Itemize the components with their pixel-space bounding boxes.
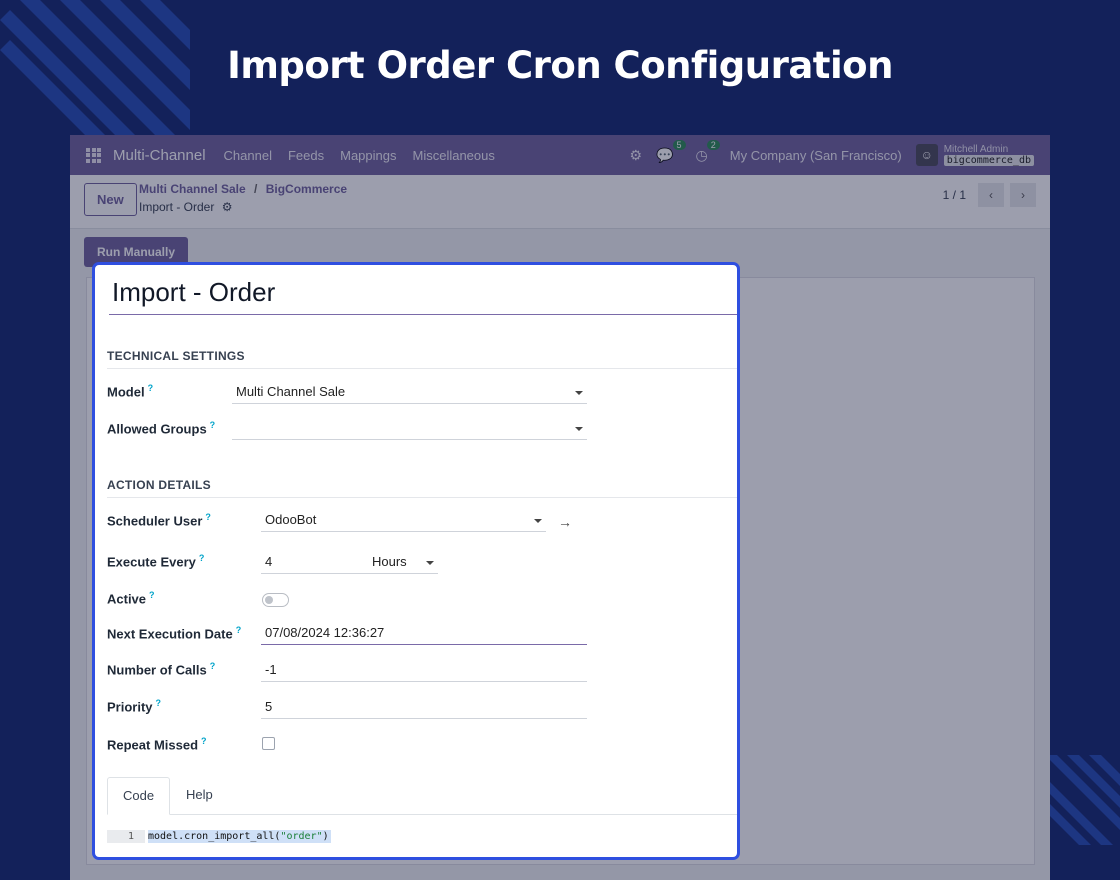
code-paren: ) — [322, 831, 329, 842]
next-execution-date-input[interactable]: 07/08/2024 12:36:27 — [261, 623, 587, 645]
record-title-input[interactable]: Import - Order — [109, 277, 737, 315]
repeat-missed-label: Repeat Missed? — [107, 736, 207, 752]
highlighted-form-panel: Import - Order TECHNICAL SETTINGS Model?… — [92, 262, 740, 860]
execute-every-label-text: Execute Every — [107, 554, 196, 570]
scheduler-user-label: Scheduler User? — [107, 512, 211, 528]
model-select[interactable]: Multi Channel Sale — [232, 382, 587, 404]
tab-code[interactable]: Code — [107, 777, 171, 815]
number-of-calls-label: Number of Calls? — [107, 661, 215, 677]
chevron-down-icon — [575, 391, 583, 395]
line-number: 1 — [107, 830, 145, 843]
help-tooltip-icon[interactable]: ? — [148, 383, 154, 393]
help-tooltip-icon[interactable]: ? — [236, 625, 242, 635]
priority-label: Priority? — [107, 698, 161, 714]
active-label: Active? — [107, 590, 155, 606]
help-tooltip-icon[interactable]: ? — [210, 420, 216, 430]
number-of-calls-label-text: Number of Calls — [107, 662, 207, 678]
notebook-tabs: Code Help — [107, 777, 737, 815]
priority-label-text: Priority — [107, 699, 153, 715]
model-value: Multi Channel Sale — [236, 384, 346, 399]
code-editor[interactable]: 1 model.cron_import_all("order") — [107, 830, 331, 843]
execute-every-number[interactable]: 4 — [261, 552, 368, 574]
arrow-right-icon[interactable]: → — [558, 514, 572, 530]
model-label-text: Model — [107, 384, 145, 400]
chevron-down-icon — [534, 519, 542, 523]
code-text[interactable]: model.cron_import_all("order") — [148, 830, 331, 843]
code-call: model.cron_import_all( — [148, 831, 281, 842]
scheduler-user-select[interactable]: OdooBot — [261, 510, 546, 532]
help-tooltip-icon[interactable]: ? — [149, 590, 155, 600]
code-string: "order" — [280, 831, 323, 842]
execute-every-label: Execute Every? — [107, 553, 204, 569]
scheduler-user-label-text: Scheduler User — [107, 513, 203, 529]
priority-input[interactable]: 5 — [261, 697, 587, 719]
active-toggle[interactable] — [262, 593, 289, 607]
tab-help[interactable]: Help — [171, 777, 228, 815]
help-tooltip-icon[interactable]: ? — [199, 553, 205, 563]
allowed-groups-label: Allowed Groups? — [107, 420, 215, 436]
next-execution-date-label-text: Next Execution Date — [107, 626, 233, 642]
number-of-calls-input[interactable]: -1 — [261, 660, 587, 682]
repeat-missed-label-text: Repeat Missed — [107, 737, 199, 753]
help-tooltip-icon[interactable]: ? — [156, 698, 162, 708]
interval-unit-select[interactable]: Hours — [368, 552, 438, 574]
repeat-missed-checkbox[interactable] — [262, 737, 275, 750]
model-label: Model? — [107, 383, 153, 399]
scheduler-user-value: OdooBot — [265, 512, 317, 527]
next-execution-date-label: Next Execution Date? — [107, 625, 241, 641]
allowed-groups-label-text: Allowed Groups — [107, 421, 207, 437]
interval-unit-value: Hours — [372, 554, 407, 569]
chevron-down-icon — [426, 561, 434, 565]
help-tooltip-icon[interactable]: ? — [205, 512, 211, 522]
help-tooltip-icon[interactable]: ? — [201, 736, 207, 746]
active-label-text: Active — [107, 591, 147, 607]
help-tooltip-icon[interactable]: ? — [210, 661, 216, 671]
page-headline: Import Order Cron Configuration — [227, 44, 893, 87]
section-technical-settings: TECHNICAL SETTINGS — [107, 349, 737, 369]
decorative-stripes-bottom-right — [1045, 755, 1120, 845]
section-action-details: ACTION DETAILS — [107, 478, 737, 498]
allowed-groups-select[interactable] — [232, 418, 587, 440]
chevron-down-icon — [575, 427, 583, 431]
